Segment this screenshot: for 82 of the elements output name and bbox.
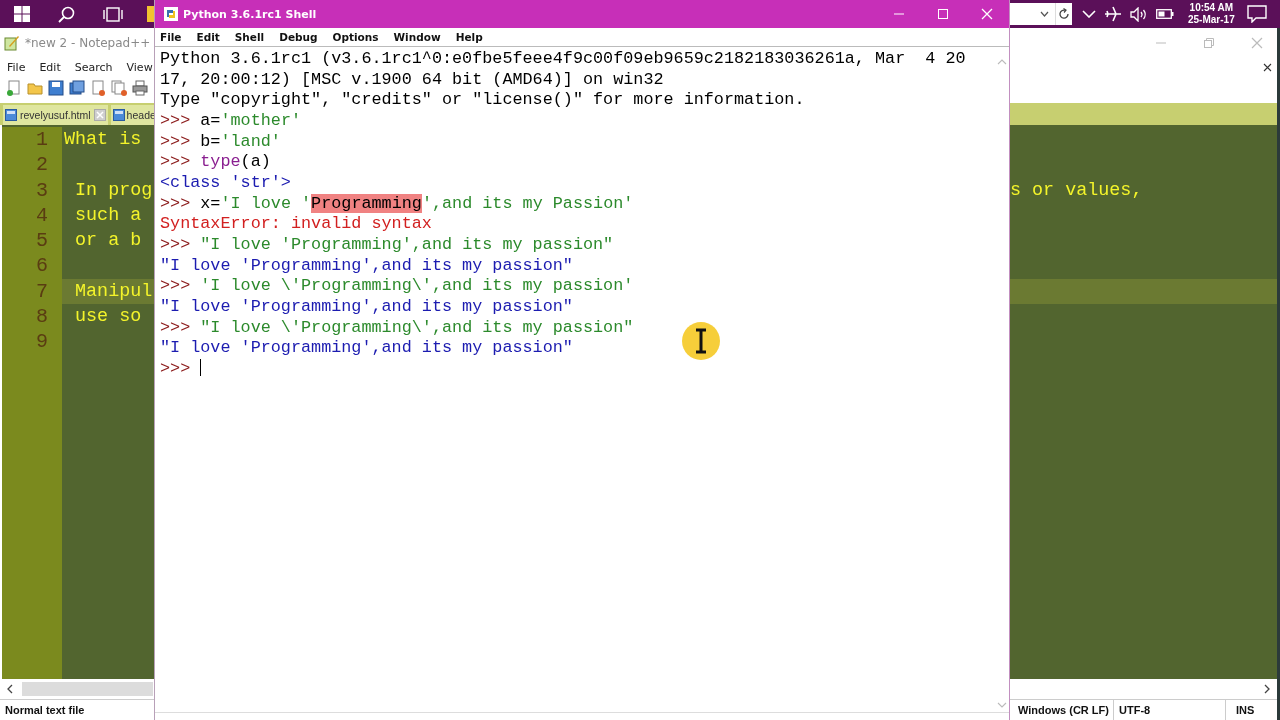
refresh-button[interactable] (1055, 3, 1072, 25)
menu-item[interactable]: Edit (196, 31, 220, 43)
editor-text: s or values, (1010, 179, 1143, 201)
menu-item[interactable]: File (7, 60, 26, 74)
shell-line: >>> (160, 358, 202, 380)
editor-text: What is (64, 129, 142, 151)
print-icon[interactable] (132, 80, 148, 96)
close-all-icon[interactable] (111, 80, 127, 96)
menu-item[interactable]: Search (74, 60, 113, 74)
line-number: 6 (2, 253, 62, 279)
address-field[interactable] (1010, 3, 1055, 25)
menu-item[interactable]: Options (332, 31, 379, 43)
notepad-icon (4, 35, 20, 51)
shell-line: Python 3.6.1rc1 (v3.6.1rc1^0:e0fbe5feee4f9c00f09eb9659c2182183036261a, Mar 4 20 (160, 49, 966, 70)
maximize-icon[interactable] (937, 8, 949, 20)
shell-line: "I love 'Programming',and its my passion" (160, 296, 573, 318)
line-number: 5 (2, 228, 62, 254)
shell-line: "I love 'Programming',and its my passion" (160, 255, 573, 277)
status-text: Windows (CR LF) (1018, 704, 1109, 716)
python-icon (163, 6, 179, 22)
shell-line: >>> x='I love 'Programming',and its my Passion' (160, 193, 634, 215)
scroll-left-icon[interactable] (6, 684, 14, 694)
editor-text: such a (74, 204, 142, 226)
menu-item[interactable]: Shell (234, 31, 265, 43)
notification-icon[interactable] (1246, 5, 1267, 23)
shell-line: SyntaxError: invalid syntax (160, 214, 432, 235)
file-icon (5, 109, 17, 121)
airplane-icon[interactable] (1104, 6, 1122, 22)
menu-item[interactable]: Edit (39, 60, 61, 74)
menu-item[interactable]: Debug (279, 31, 318, 43)
scrollbar-track[interactable] (22, 682, 153, 696)
shell-line: >>> "I love \'Programming\',and its my passion" (160, 317, 634, 339)
close-file-icon[interactable] (90, 80, 106, 96)
editor-text: or a b (74, 230, 142, 252)
volume-icon[interactable] (1130, 6, 1148, 22)
shell-line: >>> a='mother' (160, 110, 302, 132)
editor-text: use so (74, 305, 142, 327)
editor-text: In prog (74, 179, 153, 201)
clock-time: 10:54 AM (1189, 2, 1234, 14)
line-number: 2 (2, 152, 62, 178)
menu-item[interactable]: Window (393, 31, 441, 43)
menu-item[interactable]: File (160, 31, 182, 43)
windows-logo-icon[interactable] (14, 6, 30, 22)
line-number: 7 (2, 278, 62, 304)
mouse-cursor-icon (681, 321, 721, 361)
clock[interactable]: 10:54 AM 25-Mar-17 (1188, 2, 1235, 26)
line-number: 4 (2, 202, 62, 228)
search-icon[interactable] (58, 5, 75, 23)
shell-line: "I love 'Programming',and its my passion" (160, 338, 573, 359)
menu-item[interactable]: View (126, 60, 153, 74)
menu-item[interactable]: Help (455, 31, 483, 43)
file-tab[interactable]: revelyusuf.html (3, 105, 108, 125)
shell-line: >>> type(a) (160, 152, 271, 173)
file-icon (112, 109, 125, 121)
save-icon[interactable] (48, 80, 64, 96)
line-number: 1 (2, 127, 62, 153)
line-number: 8 (2, 303, 62, 329)
save-all-icon[interactable] (69, 80, 85, 96)
task-view-icon[interactable] (103, 6, 123, 22)
status-text: UTF-8 (1119, 704, 1151, 716)
shell-line: 17, 20:00:12) [MSC v.1900 64 bit (AMD64)] on win32 (160, 69, 664, 91)
status-text: INS (1236, 704, 1255, 716)
shell-line: Type "copyright", "credits" or "license()" for more information. (160, 90, 805, 111)
clock-date: 25-Mar-17 (1188, 14, 1235, 26)
scroll-right-icon[interactable] (1263, 684, 1271, 694)
dropdown-caret-icon (1040, 11, 1049, 17)
new-file-icon[interactable] (6, 80, 22, 96)
shell-line: >>> 'I love \'Programming\',and its my passion' (160, 276, 634, 297)
window-title: *new 2 - Notepad++ (25, 36, 151, 50)
file-tab[interactable]: heade (110, 105, 156, 125)
window-title: Python 3.6.1rc1 Shell (183, 7, 317, 21)
status-text: Normal text file (5, 704, 85, 716)
shell-line: >>> "I love 'Programming',and its my passion" (160, 234, 614, 256)
close-document-icon[interactable] (1263, 62, 1272, 72)
editor-text: Manipul (74, 280, 153, 302)
shell-line: <class 'str'> (160, 172, 291, 194)
line-number: 3 (2, 177, 62, 203)
chevron-down-icon[interactable] (1082, 10, 1096, 18)
line-number: 9 (2, 329, 62, 355)
refresh-icon (1058, 8, 1070, 20)
shell-line: >>> b='land' (160, 131, 281, 153)
battery-icon[interactable] (1156, 9, 1174, 19)
